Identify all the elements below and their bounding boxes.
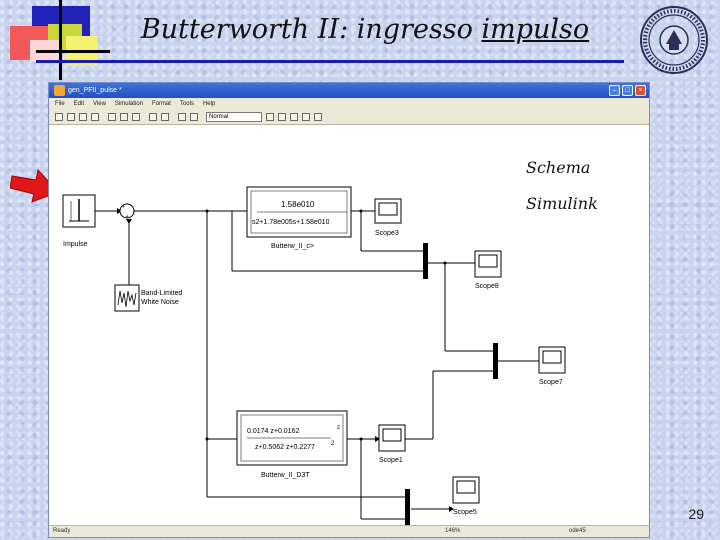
- print-icon[interactable]: [91, 112, 99, 121]
- tf1-numerator: 1.58e010: [281, 200, 315, 209]
- scope3-label: Scope3: [375, 230, 399, 237]
- model-canvas[interactable]: Impulse + + Band-Limited White Noise 1.5…: [49, 125, 649, 525]
- zoom-level: 146%: [445, 528, 461, 534]
- paste-icon[interactable]: [132, 112, 140, 121]
- app-icon: [54, 85, 65, 96]
- tf2-numerator-exponent: z: [337, 425, 340, 431]
- menu-simulation[interactable]: Simulation: [115, 101, 143, 107]
- simulation-mode-select[interactable]: Normal: [206, 111, 262, 122]
- university-seal-icon: [640, 6, 708, 74]
- library-browser-icon[interactable]: [290, 112, 298, 121]
- window-title: gen_PFII_pulse *: [68, 87, 122, 94]
- impulse-label: Impulse: [63, 241, 88, 248]
- annotation-simulink: Simulink: [526, 194, 598, 213]
- tf1-label: Butterw_II_c>: [271, 243, 314, 250]
- scope1-label: Scope1: [379, 457, 403, 464]
- undo-icon[interactable]: [149, 112, 157, 121]
- scope3-block[interactable]: [374, 198, 402, 224]
- slide-title: Butterworth II: ingresso impulso: [140, 14, 590, 45]
- transfer-function-discrete-block[interactable]: [236, 410, 348, 466]
- cut-icon[interactable]: [108, 112, 116, 121]
- mux2-block[interactable]: [493, 343, 498, 379]
- sum-block[interactable]: + +: [119, 203, 135, 220]
- menu-tools[interactable]: Tools: [180, 101, 194, 107]
- title-rule: [36, 60, 624, 63]
- impulse-block[interactable]: [62, 194, 96, 228]
- tf2-numerator: 0.0174 z+0.0162: [247, 428, 299, 435]
- update-icon[interactable]: [278, 112, 286, 121]
- scope1-block[interactable]: [378, 424, 406, 452]
- open-icon[interactable]: [67, 112, 75, 121]
- menu-edit[interactable]: Edit: [74, 101, 84, 107]
- stop-simulation-icon[interactable]: [190, 112, 198, 121]
- debugger-icon[interactable]: [314, 112, 322, 121]
- scope7-block[interactable]: [538, 346, 566, 374]
- menu-file[interactable]: File: [55, 101, 65, 107]
- simulink-window: gen_PFII_pulse * – □ × File Edit View Si…: [48, 82, 650, 538]
- annotation-schema: Schema: [526, 158, 591, 177]
- title-underlined-word: impulso: [481, 14, 590, 45]
- menu-bar: File Edit View Simulation Format Tools H…: [49, 98, 649, 109]
- scope5-label: Scope5: [453, 509, 477, 516]
- status-bar: Ready 146% ode45: [49, 525, 649, 537]
- tf2-denominator: z+0.5062 z+0.2277: [255, 444, 315, 451]
- status-text: Ready: [53, 528, 71, 534]
- mux3-block[interactable]: [405, 489, 410, 525]
- decorative-logo-squares: [0, 0, 110, 80]
- redo-icon[interactable]: [161, 112, 169, 121]
- window-titlebar[interactable]: gen_PFII_pulse * – □ ×: [49, 83, 649, 98]
- menu-view[interactable]: View: [93, 101, 106, 107]
- tf2-label: Butterw_II_D3T: [261, 472, 310, 479]
- minimize-button[interactable]: –: [609, 85, 620, 96]
- new-icon[interactable]: [55, 112, 63, 121]
- svg-text:+: +: [121, 204, 125, 210]
- svg-text:+: +: [125, 214, 129, 220]
- build-icon[interactable]: [266, 112, 274, 121]
- page-number: 29: [688, 506, 704, 522]
- noise-label-line2: White Noise: [141, 299, 179, 306]
- scope7-label: Scope7: [539, 379, 563, 386]
- save-icon[interactable]: [79, 112, 87, 121]
- noise-label-line1: Band-Limited: [141, 290, 182, 297]
- scope8-block[interactable]: [474, 250, 502, 278]
- tf1-denominator: s2+1.78e005s+1.58e010: [252, 219, 330, 226]
- solver-name: ode45: [569, 528, 586, 534]
- mux1-block[interactable]: [423, 243, 428, 279]
- start-simulation-icon[interactable]: [178, 112, 186, 121]
- transfer-function-continuous-block[interactable]: [246, 186, 352, 238]
- close-button[interactable]: ×: [635, 85, 646, 96]
- menu-format[interactable]: Format: [152, 101, 171, 107]
- maximize-button[interactable]: □: [622, 85, 633, 96]
- copy-icon[interactable]: [120, 112, 128, 121]
- model-explorer-icon[interactable]: [302, 112, 310, 121]
- scope5-block[interactable]: [452, 476, 480, 504]
- toolbar: Normal: [49, 109, 649, 125]
- scope8-label: Scope8: [475, 283, 499, 290]
- menu-help[interactable]: Help: [203, 101, 215, 107]
- band-limited-white-noise-block[interactable]: [114, 284, 140, 312]
